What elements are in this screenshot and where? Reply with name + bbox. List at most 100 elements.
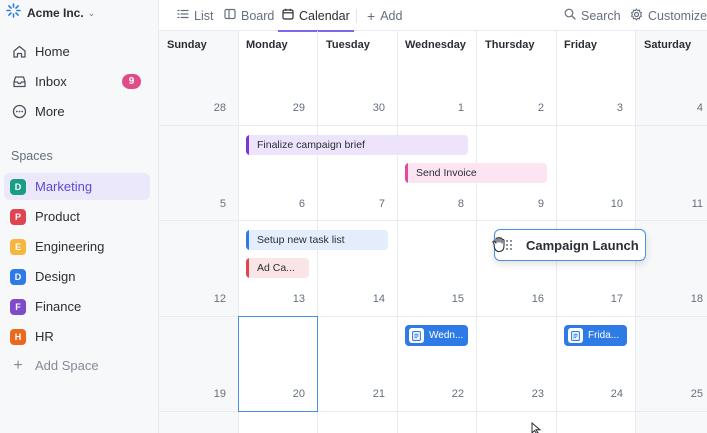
calendar-icon [282,8,294,23]
chevron-down-icon: ⌄ [87,7,96,18]
event-color-bar [405,163,408,183]
grid-line [159,220,707,221]
customize-button[interactable]: Customize [630,0,707,31]
sidebar-item-home[interactable]: Home [4,38,151,64]
day-number[interactable]: 1 [434,102,464,114]
space-label: HR [35,329,54,344]
document-icon [568,328,583,343]
event-title: Finalize campaign brief [257,139,365,151]
space-avatar: P [10,208,26,225]
day-number[interactable]: 15 [434,293,464,305]
sidebar-item-label: More [35,103,65,119]
gear-icon [630,7,643,24]
toolbar-divider [356,9,357,23]
day-number[interactable]: 9 [514,198,544,210]
day-number[interactable]: 2 [514,102,544,114]
tab-board[interactable]: Board [224,0,274,31]
add-view-label: Add [380,8,403,23]
view-toolbar: List Board Calendar + Add Search Customi… [159,0,707,32]
day-header-tuesday: Tuesday [326,39,370,51]
sidebar-item-inbox[interactable]: Inbox 9 [4,68,151,94]
more-icon [11,103,27,119]
add-view-button[interactable]: + Add [367,0,402,31]
space-finance[interactable]: F Finance [4,293,150,320]
day-number[interactable]: 25 [673,388,703,400]
event-send-invoice[interactable]: Send Invoice [405,163,547,183]
day-number[interactable]: 21 [355,388,385,400]
day-number[interactable]: 24 [593,388,623,400]
spaces-heading: Spaces [11,149,53,163]
day-number[interactable]: 5 [196,198,226,210]
day-header-wednesday: Wednesday [405,39,466,51]
search-button[interactable]: Search [564,0,621,31]
day-number[interactable]: 19 [196,388,226,400]
add-space-button[interactable]: + Add Space [4,352,150,379]
event-color-bar [246,135,249,155]
event-wednesday-doc[interactable]: Wedn... [405,325,468,346]
event-color-bar [246,230,249,250]
tab-label: Calendar [299,8,350,23]
workspace-logo-icon [6,3,21,23]
space-label: Product [35,209,80,224]
event-setup-new-task-list[interactable]: Setup new task list [246,230,388,250]
sidebar-item-label: Home [35,43,70,59]
day-number[interactable]: 23 [514,388,544,400]
day-number[interactable]: 6 [275,198,305,210]
add-space-label: Add Space [35,358,99,373]
event-ad-campaign[interactable]: Ad Ca... [246,258,309,278]
space-product[interactable]: P Product [4,203,150,230]
day-number[interactable]: 22 [434,388,464,400]
day-number[interactable]: 11 [673,198,703,210]
day-number[interactable]: 10 [593,198,623,210]
day-number[interactable]: 8 [434,198,464,210]
calendar-grid: Sunday Monday Tuesday Wednesday Thursday… [159,31,707,433]
space-hr[interactable]: H HR [4,323,150,350]
space-marketing[interactable]: D Marketing [4,173,150,200]
plus-icon: + [13,356,23,374]
grab-hand-cursor-icon [490,236,508,259]
day-header-thursday: Thursday [485,39,535,51]
day-number[interactable]: 30 [355,102,385,114]
day-number[interactable]: 16 [514,293,544,305]
space-engineering[interactable]: E Engineering [4,233,150,260]
day-number[interactable]: 12 [196,293,226,305]
day-number[interactable]: 14 [355,293,385,305]
home-icon [11,43,27,59]
weekend-column-sunday [159,31,238,433]
sidebar-item-label: Inbox [35,73,67,89]
day-number[interactable]: 17 [593,293,623,305]
sidebar-item-more[interactable]: More [4,98,151,124]
tab-calendar[interactable]: Calendar [278,0,354,32]
event-title: Setup new task list [257,234,345,246]
event-finalize-campaign-brief[interactable]: Finalize campaign brief [246,135,468,155]
day-number[interactable]: 13 [275,293,305,305]
day-number[interactable]: 29 [275,102,305,114]
event-title: Send Invoice [416,167,477,179]
day-number[interactable]: 3 [593,102,623,114]
inbox-icon [11,73,27,89]
day-number[interactable]: 18 [673,293,703,305]
workspace-switcher[interactable]: Acme Inc. ⌄ [6,3,96,23]
selected-day-cell[interactable] [238,316,318,412]
day-header-sunday: Sunday [167,39,207,51]
search-icon [564,8,576,23]
customize-label: Customize [648,8,707,23]
document-icon [409,328,424,343]
day-number[interactable]: 28 [196,102,226,114]
space-avatar: H [10,328,26,345]
sidebar: Acme Inc. ⌄ Home Inbox 9 More Spaces D M… [0,0,159,433]
tab-label: List [194,8,214,23]
dragging-event-campaign-launch[interactable]: Campaign Launch [494,229,646,261]
grid-line [476,31,477,433]
space-label: Finance [35,299,82,314]
space-avatar: D [10,178,26,195]
grid-line [159,125,707,126]
event-friday-doc[interactable]: Frida... [564,325,627,346]
tab-list[interactable]: List [177,0,213,31]
list-icon [177,8,189,23]
day-number[interactable]: 7 [355,198,385,210]
space-label: Marketing [35,179,93,194]
plus-icon: + [367,7,376,24]
space-design[interactable]: D Design [4,263,150,290]
day-number[interactable]: 4 [673,102,703,114]
